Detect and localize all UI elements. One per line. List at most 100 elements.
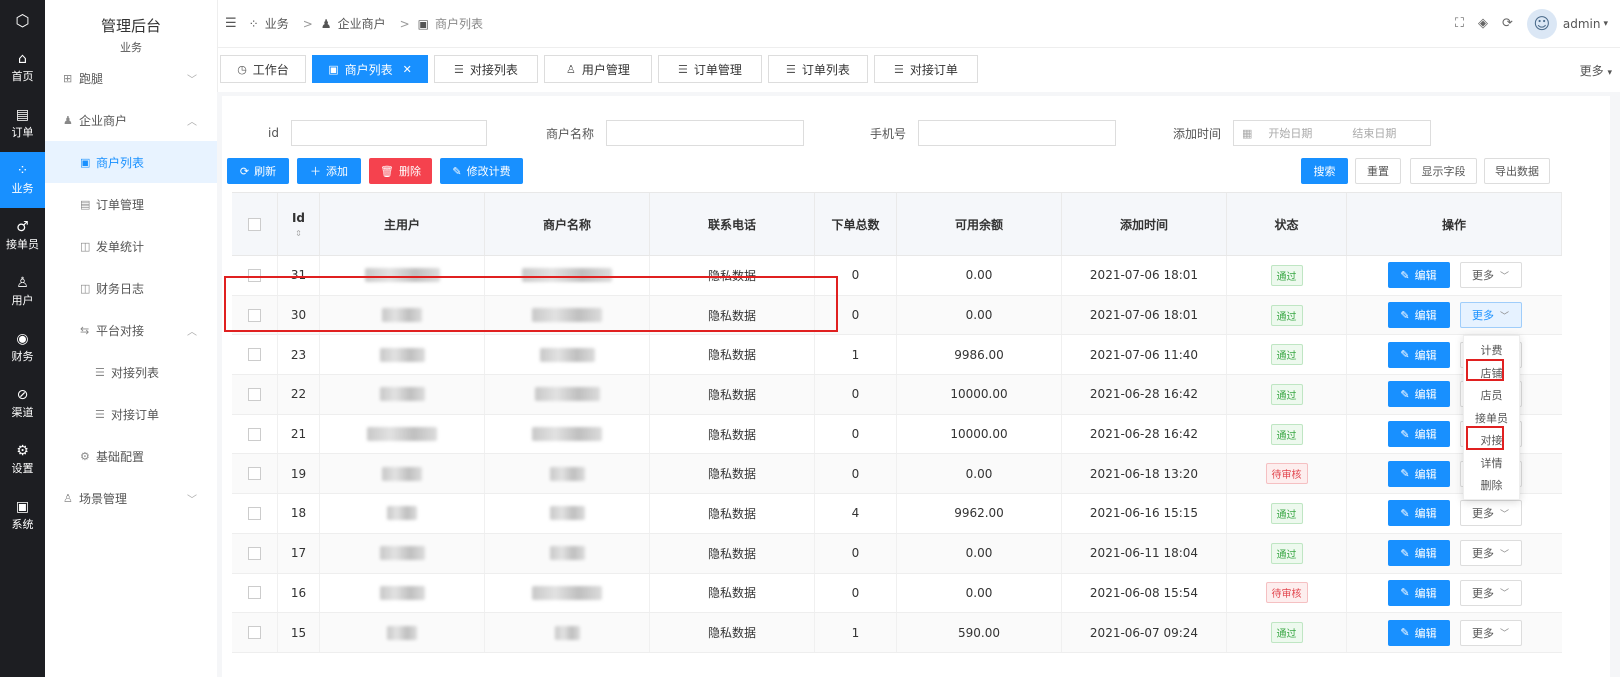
username[interactable]: admin	[1563, 17, 1601, 31]
refresh-button[interactable]: ⟳ 刷新	[227, 158, 289, 184]
rail-item-finance[interactable]: ◉ 财务	[0, 320, 45, 376]
time-cell: 2021-06-16 15:15	[1062, 494, 1227, 533]
end-date[interactable]: 结束日期	[1352, 125, 1396, 141]
sidebar-item-1[interactable]: ♟ 企业商户 ︿	[45, 99, 217, 141]
table-row[interactable]: 18 隐私数据 4 9962.00 2021-06-16 15:15 通过 ✎ 编辑 更多 ﹀	[232, 494, 1562, 534]
edit-fee-button[interactable]: ✎ 修改计费	[440, 158, 523, 184]
delete-button[interactable]: 🗑 删除	[369, 158, 432, 184]
chevron-down-icon[interactable]: ▾	[1603, 19, 1608, 29]
more-button[interactable]: 更多 ﹀	[1459, 540, 1522, 567]
table-row[interactable]: 16 隐私数据 0 0.00 2021-06-08 15:54 待审核 ✎ 编辑 更多 ﹀	[232, 573, 1562, 614]
tab-3[interactable]: ♙ 用户管理	[544, 55, 652, 83]
table-row[interactable]: 15 隐私数据 1 590.00 2021-06-07 09:24 通过 ✎ 编辑 更多 ﹀	[232, 613, 1562, 653]
redacted-merchant-name	[522, 268, 612, 283]
rail-item-settings[interactable]: ⚙ 设置	[0, 432, 45, 488]
edit-button[interactable]: ✎ 编辑	[1387, 540, 1450, 567]
table-row[interactable]: 17 隐私数据 0 0.00 2021-06-11 18:04 通过 ✎ 编辑 更多 ﹀	[232, 533, 1562, 574]
add-button[interactable]: ＋添加	[297, 158, 361, 184]
tab-6[interactable]: ☰ 对接订单	[874, 55, 978, 83]
name-input[interactable]	[606, 120, 805, 146]
date-range-picker[interactable]: ▦ 开始日期 结束日期	[1233, 120, 1432, 146]
column-header-0[interactable]: Id ⇕	[278, 193, 320, 255]
dropdown-item-5[interactable]: 详情	[1464, 452, 1519, 475]
breadcrumb-item-2[interactable]: 企业商户	[338, 15, 386, 32]
sidebar-item-10[interactable]: ♙ 场景管理 ﹀	[45, 477, 217, 519]
rail-item-user[interactable]: ♙ 用户	[0, 264, 45, 320]
row-checkbox[interactable]	[248, 308, 261, 322]
table-row[interactable]: 30 隐私数据 0 0.00 2021-07-06 18:01 通过 ✎ 编辑 更多 ﹀	[232, 295, 1562, 336]
edit-button[interactable]: ✎ 编辑	[1387, 421, 1450, 448]
sidebar-item-4[interactable]: ◫ 发单统计	[45, 225, 217, 267]
sort-icon[interactable]: ⇕	[295, 229, 302, 238]
edit-button[interactable]: ✎ 编辑	[1387, 381, 1450, 408]
rail-item-system[interactable]: ▣ 系统	[0, 488, 45, 544]
table-row[interactable]: 22隐私数据010000.002021-06-28 16:42通过✎编辑更多﹀	[232, 375, 1562, 415]
balance-cell: 9986.00	[897, 335, 1062, 375]
sidebar-item-6[interactable]: ⇆ 平台对接 ︿	[45, 309, 217, 351]
export-button[interactable]: 导出数据	[1484, 158, 1550, 184]
sidebar-item-8[interactable]: ☰ 对接订单	[45, 393, 217, 435]
sidebar-item-3[interactable]: ▤ 订单管理	[45, 183, 217, 225]
edit-button[interactable]: ✎ 编辑	[1387, 579, 1450, 606]
edit-button[interactable]: ✎ 编辑	[1387, 341, 1450, 368]
orders-cell: 0	[815, 295, 897, 335]
tab-4[interactable]: ☰ 订单管理	[658, 55, 762, 83]
more-button[interactable]: 更多 ﹀	[1459, 500, 1522, 527]
row-checkbox[interactable]	[248, 586, 261, 600]
platform-icon: ⇆	[80, 323, 90, 337]
rail-item-business[interactable]: ⁘ 业务	[0, 152, 45, 208]
theme-icon[interactable]: ◈	[1478, 16, 1488, 31]
edit-button[interactable]: ✎ 编辑	[1387, 619, 1450, 646]
more-button[interactable]: 更多 ﹀	[1459, 262, 1522, 289]
table-row[interactable]: 31 隐私数据 0 0.00 2021-07-06 18:01 通过 ✎ 编辑 更多 ﹀	[232, 256, 1562, 296]
row-checkbox[interactable]	[248, 626, 261, 640]
id-input[interactable]	[290, 120, 487, 146]
row-checkbox[interactable]	[248, 546, 261, 560]
tab-1[interactable]: ▣ 商户列表 ✕	[312, 55, 428, 83]
close-icon[interactable]: ✕	[403, 63, 412, 76]
header: ☰ ⁘ 业务 > ♟ 企业商户 > ▣ 商户列表 ⛶ ◈ ⟳ ☺ admin ▾	[217, 0, 1620, 48]
edit-button[interactable]: ✎ 编辑	[1387, 460, 1450, 487]
row-checkbox[interactable]	[248, 387, 261, 401]
dropdown-item-6[interactable]: 删除	[1464, 474, 1519, 497]
reset-button[interactable]: 重置	[1355, 158, 1401, 184]
sidebar-item-7[interactable]: ☰ 对接列表	[45, 351, 217, 393]
search-button[interactable]: 搜索	[1301, 158, 1348, 184]
table-row[interactable]: 23隐私数据19986.002021-07-06 11:40通过✎编辑更多﹀	[232, 335, 1562, 376]
show-fields-button[interactable]: 显示字段	[1410, 158, 1477, 184]
edit-button[interactable]: ✎ 编辑	[1387, 262, 1450, 289]
row-checkbox[interactable]	[248, 268, 261, 282]
rail-item-channel[interactable]: ⊘ 渠道	[0, 376, 45, 432]
rail-item-order[interactable]: ▤ 订单	[0, 96, 45, 152]
more-button[interactable]: 更多 ﹀	[1459, 302, 1522, 329]
row-checkbox[interactable]	[248, 427, 261, 441]
sidebar-item-9[interactable]: ⚙ 基础配置	[45, 435, 217, 477]
tab-5[interactable]: ☰ 订单列表	[768, 55, 868, 83]
table-row[interactable]: 19隐私数据00.002021-06-18 13:20待审核✎编辑更多﹀	[232, 454, 1562, 495]
avatar[interactable]: ☺	[1526, 8, 1557, 39]
sidebar-item-0[interactable]: ⊞ 跑腿 ﹀	[45, 57, 217, 99]
edit-button[interactable]: ✎ 编辑	[1387, 302, 1450, 329]
sidebar-item-2[interactable]: ▣ 商户列表	[45, 141, 217, 183]
menu-fold-icon[interactable]: ☰	[225, 16, 237, 31]
table-row[interactable]: 21隐私数据010000.002021-06-28 16:42通过✎编辑更多﹀	[232, 414, 1562, 455]
fullscreen-icon[interactable]: ⛶	[1455, 16, 1464, 31]
tab-0[interactable]: ◷ 工作台	[220, 55, 306, 83]
select-all-checkbox[interactable]	[248, 217, 261, 231]
start-date[interactable]: 开始日期	[1268, 125, 1312, 141]
rail-item-home[interactable]: ⌂ 首页	[0, 40, 45, 96]
dropdown-item-2[interactable]: 店员	[1464, 384, 1519, 407]
rail-item-bike[interactable]: ♂ 接单员	[0, 208, 45, 264]
row-checkbox[interactable]	[248, 506, 261, 520]
refresh-icon[interactable]: ⟳	[1502, 16, 1513, 31]
more-button[interactable]: 更多 ﹀	[1459, 579, 1522, 606]
edit-button[interactable]: ✎ 编辑	[1387, 500, 1450, 527]
phone-input[interactable]	[918, 120, 1117, 146]
sidebar-item-5[interactable]: ◫ 财务日志	[45, 267, 217, 309]
tab-2[interactable]: ☰ 对接列表	[434, 55, 538, 83]
more-button[interactable]: 更多 ﹀	[1459, 619, 1522, 646]
row-checkbox[interactable]	[248, 467, 261, 481]
row-checkbox[interactable]	[248, 348, 261, 362]
tabs-more-button[interactable]: 更多 ▾	[1580, 62, 1612, 79]
breadcrumb-item-1[interactable]: 业务	[265, 15, 289, 32]
